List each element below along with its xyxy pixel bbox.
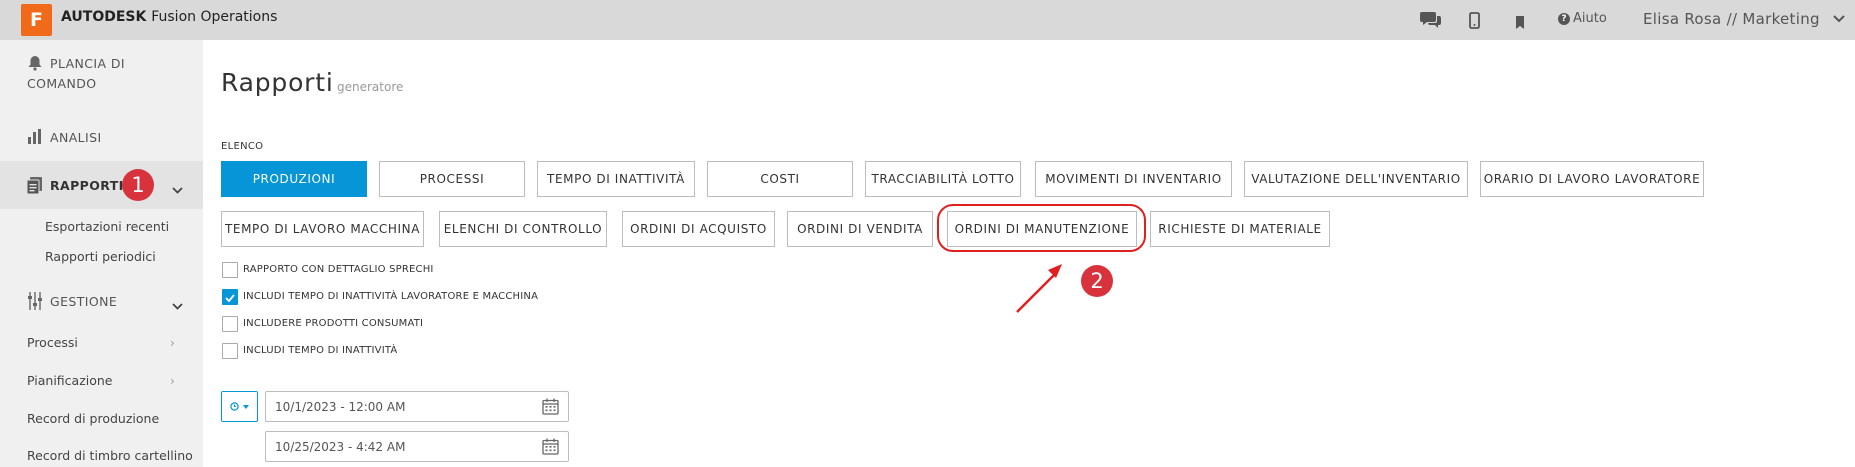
sidebar-subitem-recent-exports[interactable]: Esportazioni recenti — [45, 219, 169, 234]
option-label: RAPPORTO CON DETTAGLIO SPRECHI — [243, 264, 434, 275]
page-subtitle: generatore — [337, 80, 404, 94]
report-button-downtime[interactable]: TEMPO DI INATTIVITÀ — [537, 161, 695, 197]
date-to-field[interactable]: 10/25/2023 - 4:42 AM — [265, 431, 569, 462]
caret-down-icon — [242, 405, 249, 409]
chevron-right-icon: › — [170, 336, 175, 350]
annotation-step-2: 2 — [1081, 265, 1113, 297]
mobile-icon[interactable] — [1469, 12, 1480, 33]
checkbox[interactable] — [222, 262, 238, 278]
user-menu[interactable]: Elisa Rosa // Marketing — [1643, 10, 1845, 28]
annotation-step-1: 1 — [122, 169, 154, 201]
option-label: INCLUDERE PRODOTTI CONSUMATI — [243, 318, 424, 329]
sidebar-item-dashboard[interactable]: PLANCIA DI COMANDO — [0, 50, 203, 100]
date-to-value: 10/25/2023 - 4:42 AM — [275, 440, 406, 454]
report-button-costs[interactable]: COSTI — [707, 161, 853, 197]
report-button-inventory-movements[interactable]: MOVIMENTI DI INVENTARIO — [1035, 161, 1232, 197]
help-link[interactable]: ? Aiuto — [1558, 11, 1607, 26]
sidebar-label-dashboard-1: PLANCIA DI — [50, 56, 125, 71]
checkmark-icon — [225, 294, 235, 303]
sidebar-item-management[interactable]: GESTIONE — [0, 285, 203, 319]
clock-icon — [230, 402, 239, 411]
report-button-purchase-orders[interactable]: ORDINI DI ACQUISTO — [622, 211, 775, 247]
sidebar-item-timecard-records[interactable]: Record di timbro cartellino — [27, 448, 193, 463]
sidebar-item-production-records[interactable]: Record di produzione — [27, 411, 159, 426]
brand-product: Fusion Operations — [151, 9, 278, 25]
sidebar-item-planning[interactable]: Pianificazione — [27, 373, 113, 388]
user-label: Elisa Rosa // Marketing — [1643, 10, 1820, 28]
sidebar-item-reports[interactable]: RAPPORTI — [0, 161, 203, 209]
top-bar: F AUTODESK Fusion Operations ? Aiuto Elis… — [0, 0, 1855, 40]
report-button-productions[interactable]: PRODUZIONI — [221, 161, 367, 197]
checkbox[interactable] — [222, 343, 238, 359]
chevron-down-icon — [1833, 15, 1845, 23]
checkbox-checked[interactable] — [222, 289, 238, 305]
calendar-icon[interactable] — [542, 438, 559, 459]
chart-bar-icon — [28, 129, 42, 147]
chevron-right-icon: › — [170, 374, 175, 388]
report-button-sales-orders[interactable]: ORDINI DI VENDITA — [787, 211, 933, 247]
report-button-material-requests[interactable]: RICHIESTE DI MATERIALE — [1150, 211, 1330, 247]
date-preset-button[interactable] — [221, 391, 258, 422]
sidebar-item-analysis[interactable]: ANALISI — [0, 118, 203, 154]
chevron-down-icon[interactable] — [172, 298, 183, 313]
option-label: INCLUDI TEMPO DI INATTIVITÀ — [243, 345, 398, 356]
calendar-icon[interactable] — [542, 398, 559, 419]
option-label: INCLUDI TEMPO DI INATTIVITÀ LAVORATORE E… — [243, 291, 539, 302]
checkbox[interactable] — [222, 316, 238, 332]
help-label: Aiuto — [1573, 11, 1607, 26]
report-button-worker-hours[interactable]: ORARIO DI LAVORO LAVORATORE — [1480, 161, 1704, 197]
sidebar-item-processes[interactable]: Processi — [27, 335, 78, 350]
question-icon: ? — [1558, 13, 1570, 25]
date-from-value: 10/1/2023 - 12:00 AM — [275, 400, 406, 414]
page-title: Rapporti — [221, 68, 334, 97]
chat-icon[interactable] — [1420, 10, 1442, 32]
chevron-down-icon[interactable] — [172, 182, 183, 197]
report-button-processes[interactable]: PROCESSI — [379, 161, 525, 197]
list-label: ELENCO — [221, 141, 264, 152]
sidebar-subitem-periodic-reports[interactable]: Rapporti periodici — [45, 249, 156, 264]
sidebar-label-analysis: ANALISI — [50, 130, 102, 145]
report-button-machine-hours[interactable]: TEMPO DI LAVORO MACCHINA — [221, 211, 424, 247]
bell-icon — [28, 55, 42, 74]
report-button-checklists[interactable]: ELENCHI DI CONTROLLO — [439, 211, 607, 247]
report-button-lot-traceability[interactable]: TRACCIABILITÀ LOTTO — [865, 161, 1021, 197]
report-button-inventory-valuation[interactable]: VALUTAZIONE DELL'INVENTARIO — [1244, 161, 1468, 197]
sidebar-label-dashboard-2: COMANDO — [27, 76, 97, 91]
sidebar-label-reports: RAPPORTI — [50, 178, 124, 193]
reports-icon — [26, 177, 43, 197]
sliders-icon — [27, 292, 43, 313]
fusion-logo[interactable]: F — [21, 4, 52, 36]
sidebar-label-management: GESTIONE — [50, 294, 118, 309]
date-from-field[interactable]: 10/1/2023 - 12:00 AM — [265, 391, 569, 422]
bookmark-icon[interactable] — [1515, 14, 1525, 33]
brand-name: AUTODESK Fusion Operations — [61, 9, 277, 25]
sidebar: PLANCIA DI COMANDO ANALISI RAPPORTI 1 Es… — [0, 40, 203, 467]
annotation-highlight-circle — [937, 204, 1146, 252]
brand-autodesk: AUTODESK — [61, 9, 147, 25]
